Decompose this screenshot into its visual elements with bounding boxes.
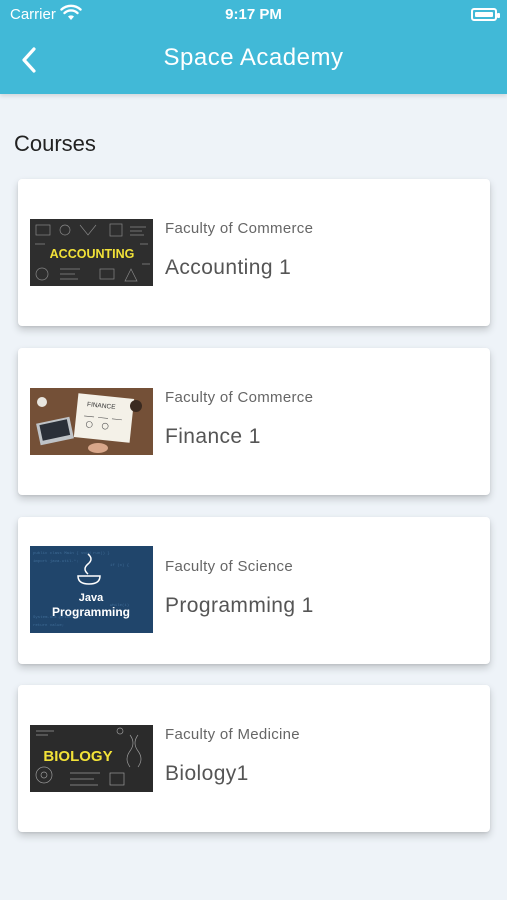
course-faculty: Faculty of Commerce <box>165 389 314 406</box>
course-card-biology[interactable]: BIOLOGY Faculty of Medicine Biology1 <box>18 685 490 832</box>
course-name: Biology1 <box>165 762 249 785</box>
svg-text:if (x) {: if (x) { <box>110 563 130 568</box>
thumbnail-text: BIOLOGY <box>43 748 112 765</box>
svg-text:import java.util.*;: import java.util.*; <box>33 559 79 564</box>
course-faculty: Faculty of Commerce <box>165 220 314 237</box>
page-title: Space Academy <box>163 44 344 71</box>
course-faculty: Faculty of Medicine <box>165 726 300 743</box>
course-faculty: Faculty of Science <box>165 558 293 575</box>
course-name: Finance 1 <box>165 425 261 448</box>
course-name: Programming 1 <box>165 594 314 617</box>
course-thumbnail-biology: BIOLOGY <box>30 725 153 792</box>
thumbnail-text-2: Programming <box>52 605 130 619</box>
course-thumbnail-accounting: ACCOUNTING <box>30 219 153 286</box>
course-thumbnail-finance: FINANCE <box>30 388 153 455</box>
status-bar: Carrier 9:17 PM <box>0 0 507 30</box>
thumbnail-text-1: Java <box>79 592 104 604</box>
thumbnail-text: ACCOUNTING <box>50 247 135 261</box>
svg-text:public class Main { void run(): public class Main { void run() } <box>33 551 110 556</box>
battery-icon <box>471 8 500 21</box>
course-card-finance[interactable]: FINANCE Faculty of Commerce Finance 1 <box>18 348 490 495</box>
section-title: Courses <box>14 131 96 156</box>
course-thumbnail-programming: public class Main { void run() } import … <box>30 546 153 633</box>
top-bar: Carrier 9:17 PM Space Academy <box>0 0 507 94</box>
svg-text:return value;: return value; <box>33 623 64 628</box>
course-name: Accounting 1 <box>165 256 292 279</box>
status-time: 9:17 PM <box>225 6 282 23</box>
course-card-programming[interactable]: public class Main { void run() } import … <box>18 517 490 664</box>
course-card-accounting[interactable]: ACCOUNTING Faculty of Commerce Accountin… <box>18 179 490 326</box>
